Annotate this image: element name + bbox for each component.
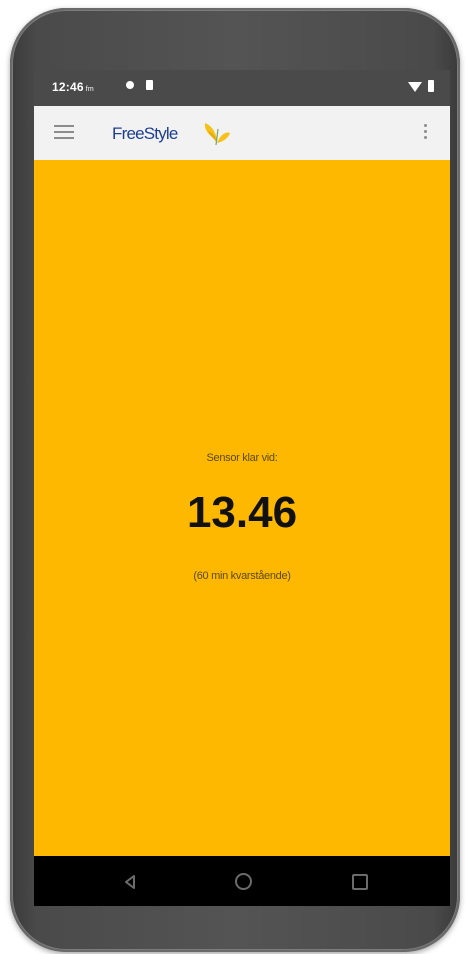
screen: 12:46 fm FreeStyle Sensor klar vid: 13.4… — [34, 70, 450, 906]
app-bar: FreeStyle — [34, 106, 450, 160]
notification-dot-icon — [126, 81, 134, 89]
home-icon[interactable] — [235, 873, 252, 890]
wifi-icon — [408, 82, 422, 92]
system-nav-bar — [34, 856, 450, 906]
sensor-startup-content: Sensor klar vid: 13.46 (60 min kvarståen… — [34, 160, 450, 856]
battery-icon — [428, 80, 434, 92]
status-bar: 12:46 fm — [34, 70, 450, 106]
status-time: 12:46 fm — [52, 80, 94, 94]
sim-icon — [146, 80, 153, 90]
status-time-value: 12:46 — [52, 80, 84, 94]
brand-name: FreeStyle — [112, 124, 178, 143]
phone-frame: 12:46 fm FreeStyle Sensor klar vid: 13.4… — [10, 8, 460, 952]
menu-icon[interactable] — [54, 125, 74, 141]
status-time-suffix: fm — [85, 86, 94, 93]
more-vert-icon[interactable] — [422, 124, 428, 144]
sensor-remaining-text: (60 min kvarstående) — [193, 570, 291, 582]
recents-icon[interactable] — [352, 874, 368, 890]
sensor-ready-time: 13.46 — [186, 488, 298, 537]
butterfly-logo-icon — [204, 123, 230, 146]
sensor-ready-label: Sensor klar vid: — [206, 452, 278, 464]
back-icon[interactable] — [124, 875, 136, 889]
